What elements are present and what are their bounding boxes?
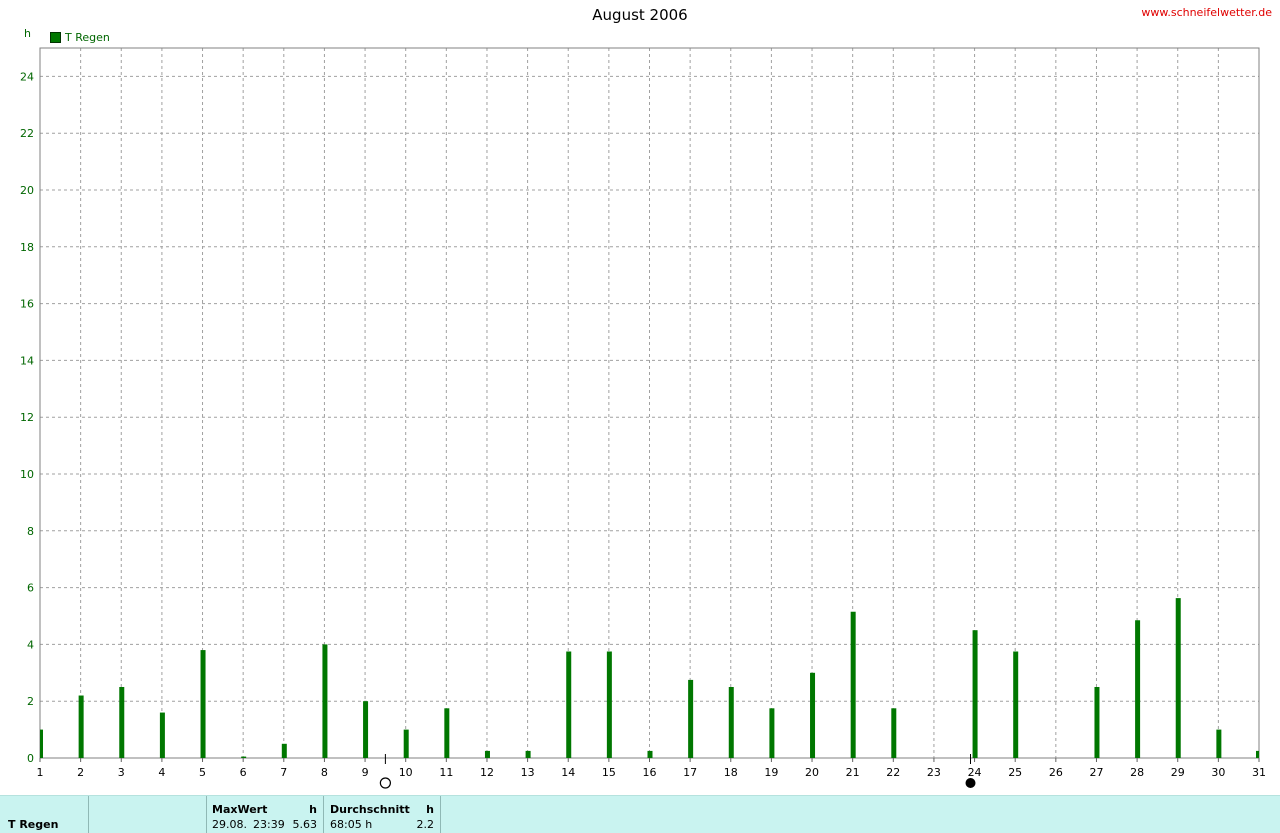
bar	[241, 756, 247, 758]
stats-series-name: T Regen	[8, 818, 59, 831]
x-tick-label: 31	[1252, 766, 1266, 779]
x-tick-label: 12	[480, 766, 494, 779]
bar	[769, 708, 775, 758]
x-tick-label: 11	[439, 766, 453, 779]
bar	[566, 651, 572, 758]
x-tick-label: 28	[1130, 766, 1144, 779]
x-tick-label: 13	[521, 766, 535, 779]
y-tick-label: 0	[27, 752, 34, 765]
stats-bar: T Regen MaxWert h 29.08. 23:39 5.63 Durc…	[0, 795, 1280, 833]
stats-max-value: 5.63	[292, 818, 318, 831]
x-tick-label: 21	[846, 766, 860, 779]
chart-canvas: 0246810121416182022241 2 3 4 5 6 7 8 9 10 11 12 13 14…	[20, 47, 1266, 789]
x-tick-label: 15	[602, 766, 616, 779]
stats-max-col: MaxWert h 29.08. 23:39 5.63	[207, 796, 324, 833]
bar	[281, 743, 287, 758]
y-tick-label: 10	[20, 468, 34, 481]
x-tick-label: 1	[37, 766, 44, 779]
full-moon-icon	[379, 777, 391, 789]
x-tick-label: 22	[886, 766, 900, 779]
y-tick-label: 18	[20, 241, 34, 254]
x-tick-label: 17	[683, 766, 697, 779]
x-tick-label: 5	[199, 766, 206, 779]
bar	[40, 729, 43, 758]
stats-avg-total: 68:05 h	[330, 818, 373, 831]
stats-series-col: T Regen	[0, 796, 89, 833]
bar	[1013, 651, 1019, 758]
y-tick-label: 2	[27, 695, 34, 708]
x-tick-label: 3	[118, 766, 125, 779]
x-tick-label: 10	[399, 766, 413, 779]
bar	[1216, 729, 1222, 758]
x-tick-label: 14	[561, 766, 575, 779]
bar	[363, 701, 369, 758]
bar	[647, 750, 653, 758]
bar	[200, 650, 206, 758]
stats-max-unit: h	[309, 803, 317, 816]
y-tick-label: 14	[20, 354, 34, 367]
x-tick-label: 4	[158, 766, 165, 779]
bar	[972, 630, 978, 758]
bar	[119, 687, 125, 758]
bar	[403, 729, 409, 758]
y-tick-label: 22	[20, 127, 34, 140]
x-tick-label: 8	[321, 766, 328, 779]
bar	[1135, 620, 1141, 758]
bar	[891, 708, 897, 758]
x-tick-label: 29	[1171, 766, 1185, 779]
x-tick-label: 24	[968, 766, 982, 779]
stats-avg-unit: h	[426, 803, 434, 816]
stats-empty-col	[89, 796, 207, 833]
bar	[444, 708, 450, 758]
stats-avg-value: 2.2	[416, 818, 435, 831]
x-tick-label: 9	[362, 766, 369, 779]
tick-labels: 0246810121416182022241 2 3 4 5 6 7 8 9 10 11 12 13 14…	[20, 70, 1266, 779]
stats-max-date: 29.08.	[212, 818, 247, 831]
x-tick-label: 30	[1211, 766, 1225, 779]
bar	[1175, 598, 1181, 758]
bar	[850, 611, 856, 758]
y-tick-label: 12	[20, 411, 34, 424]
x-tick-label: 7	[280, 766, 287, 779]
bar	[810, 672, 816, 758]
stats-avg-header: Durchschnitt	[330, 803, 410, 816]
y-tick-label: 6	[27, 582, 34, 595]
y-tick-label: 8	[27, 525, 34, 538]
y-tick-label: 24	[20, 70, 34, 83]
stats-max-time: 23:39	[253, 818, 285, 831]
bar	[688, 679, 694, 758]
bar	[728, 687, 734, 758]
x-tick-label: 18	[724, 766, 738, 779]
bar	[1094, 687, 1100, 758]
stats-max-header: MaxWert	[212, 803, 268, 816]
stats-avg-col: Durchschnitt h 68:05 h 2.2	[324, 796, 441, 833]
x-tick-label: 19	[764, 766, 778, 779]
x-tick-label: 16	[643, 766, 657, 779]
bar	[159, 712, 165, 758]
x-tick-label: 6	[240, 766, 247, 779]
bar	[322, 644, 328, 758]
x-tick-label: 23	[927, 766, 941, 779]
x-tick-label: 25	[1008, 766, 1022, 779]
y-tick-label: 4	[27, 638, 34, 651]
bar	[1256, 750, 1259, 758]
bar	[525, 750, 531, 758]
x-tick-label: 27	[1089, 766, 1103, 779]
y-tick-label: 20	[20, 184, 34, 197]
bar	[78, 695, 84, 758]
new-moon-icon	[965, 778, 976, 788]
bar	[484, 750, 490, 758]
x-tick-label: 20	[805, 766, 819, 779]
bar	[606, 651, 612, 758]
grid-lines	[40, 48, 1259, 758]
x-tick-label: 2	[77, 766, 84, 779]
x-tick-label: 26	[1049, 766, 1063, 779]
y-tick-label: 16	[20, 298, 34, 311]
